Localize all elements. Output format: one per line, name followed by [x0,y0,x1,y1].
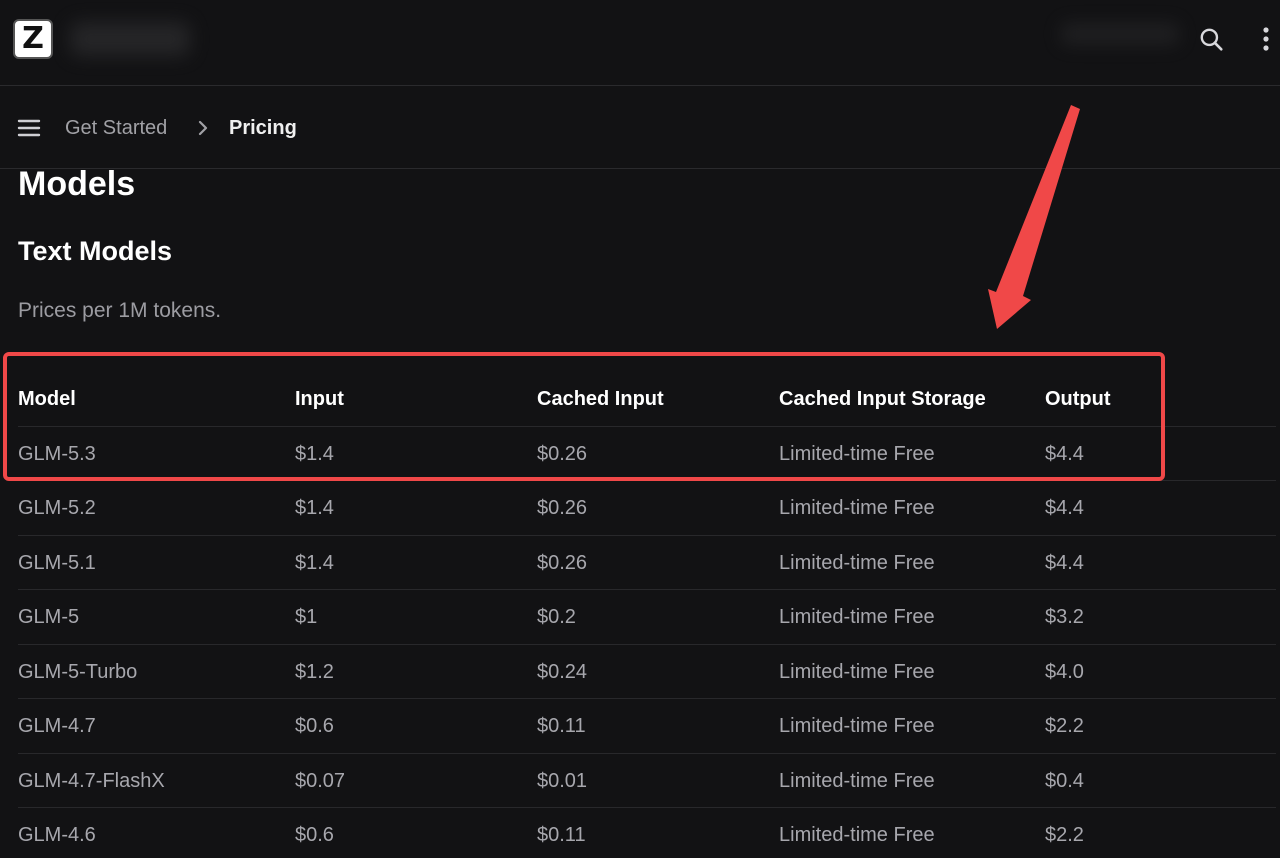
table-row: GLM-5 $1 $0.2 Limited-time Free $3.2 [18,590,1276,645]
cell-cached-input: $0.26 [537,442,588,465]
cell-cached-input-storage: Limited-time Free [779,551,935,574]
table-row: GLM-5.3 $1.4 $0.26 Limited-time Free $4.… [18,427,1276,481]
cell-cached-input: $0.26 [537,497,588,519]
blurred-nav-area [1060,22,1180,46]
chevron-right-icon [193,116,213,140]
cell-input: $0.6 [295,715,334,737]
table-row: GLM-5.1 $1.4 $0.26 Limited-time Free $4.… [18,536,1276,590]
cell-input: $1.4 [295,551,334,574]
hamburger-menu-icon [17,119,41,137]
cell-input: $1.4 [295,497,334,519]
pricing-table: Model Input Cached Input Cached Input St… [18,372,1276,858]
cell-model: GLM-4.6 [18,824,96,846]
cell-cached-input-storage: Limited-time Free [779,715,935,737]
more-vertical-icon [1263,27,1269,51]
breadcrumb: Get Started Pricing [0,86,1280,169]
cell-output: $2.2 [1045,824,1084,846]
cell-cached-input-storage: Limited-time Free [779,660,935,683]
pricing-page: Z Get Started Pricing Models Text Models… [0,0,1280,858]
breadcrumb-get-started[interactable]: Get Started [65,115,167,141]
cell-model: GLM-5-Turbo [18,660,138,683]
cell-cached-input: $0.26 [537,551,588,574]
header-cached-input: Cached Input [537,388,664,410]
logo[interactable]: Z [13,19,53,59]
cell-model: GLM-4.7 [18,715,96,737]
cell-model: GLM-5 [18,606,80,628]
cell-cached-input: $0.2 [537,606,576,628]
cell-model: GLM-5.2 [18,497,96,519]
section-description: Prices per 1M tokens. [18,299,222,322]
logo-letter: Z [22,21,44,56]
cell-input: $0.6 [295,824,334,846]
cell-cached-input-storage: Limited-time Free [779,824,935,846]
cell-model: GLM-5.3 [18,442,96,465]
header-model: Model [18,388,76,410]
cell-cached-input-storage: Limited-time Free [779,606,935,628]
cell-cached-input: $0.11 [537,715,586,737]
cell-output: $4.4 [1045,442,1084,465]
table-row: GLM-5.2 $1.4 $0.26 Limited-time Free $4.… [18,481,1276,536]
header-input: Input [295,388,344,410]
breadcrumb-pricing: Pricing [229,117,297,139]
cell-cached-input: $0.01 [537,769,588,792]
search-button[interactable] [1196,24,1226,54]
cell-output: $3.2 [1045,606,1084,628]
blurred-site-title [70,22,190,56]
page-title: Models [18,165,136,203]
cell-output: $4.4 [1045,551,1084,574]
table-row: GLM-5-Turbo $1.2 $0.24 Limited-time Free… [18,645,1276,699]
cell-cached-input-storage: Limited-time Free [779,769,935,792]
table-header-row: Model Input Cached Input Cached Input St… [18,372,1276,427]
cell-cached-input-storage: Limited-time Free [779,497,935,519]
top-bar: Z [0,0,1280,86]
search-icon [1200,28,1223,51]
menu-button[interactable] [16,116,42,140]
more-options-button[interactable] [1255,24,1277,54]
header-cached-input-storage: Cached Input Storage [779,388,986,410]
cell-model: GLM-5.1 [18,551,96,574]
cell-output: $4.0 [1045,660,1084,683]
table-row: GLM-4.7 $0.6 $0.11 Limited-time Free $2.… [18,699,1276,754]
cell-cached-input-storage: Limited-time Free [779,442,935,465]
table-row: GLM-4.6 $0.6 $0.11 Limited-time Free $2.… [18,808,1276,858]
cell-input: $0.07 [295,769,346,792]
cell-input: $1.2 [295,660,334,683]
cell-cached-input: $0.11 [537,824,586,846]
header-output: Output [1045,388,1111,410]
cell-output: $4.4 [1045,497,1084,519]
table-row: GLM-4.7-FlashX $0.07 $0.01 Limited-time … [18,754,1276,808]
cell-model: GLM-4.7-FlashX [18,769,165,792]
cell-input: $1.4 [295,442,334,465]
cell-output: $0.4 [1045,769,1084,792]
cell-input: $1 [295,606,318,628]
section-title: Text Models [18,236,173,266]
cell-output: $2.2 [1045,715,1084,737]
cell-cached-input: $0.24 [537,660,588,683]
